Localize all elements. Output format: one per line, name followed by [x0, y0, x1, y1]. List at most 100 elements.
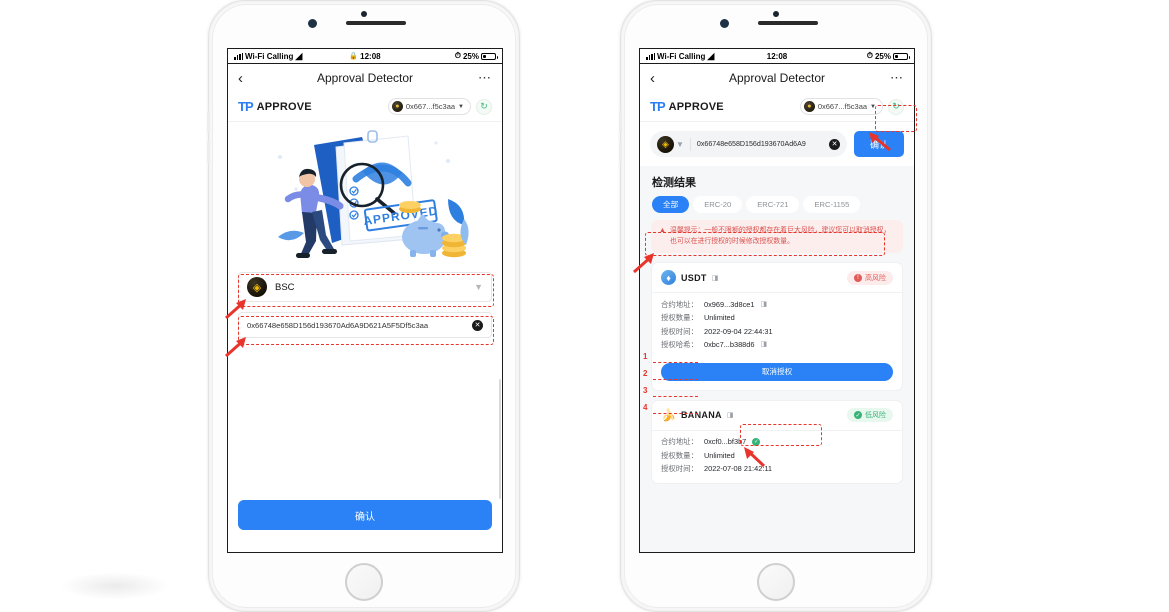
more-options-icon[interactable]: ⋯: [890, 70, 904, 86]
account-selector[interactable]: ● 0x667...f5c3aa ▼: [387, 98, 471, 115]
token-name-label: BANANA: [681, 410, 722, 421]
bnb-chain-icon[interactable]: ◈: [657, 135, 674, 153]
status-badge: ! 高风险: [847, 270, 893, 285]
signal-bars-icon: [646, 52, 655, 60]
filter-tabs: 全部 ERC-20 ERC-721 ERC-1155: [640, 190, 914, 220]
row-label: 授权哈希：: [661, 339, 698, 349]
row-value: Unlimited: [703, 313, 735, 323]
banana-icon: 🍌: [661, 407, 676, 423]
table-row: 合约地址： 0xcf0...bf3b7 ✓: [661, 436, 893, 449]
account-address-label: 0x667...f5c3aa: [405, 102, 456, 111]
front-camera-icon: [773, 11, 779, 17]
clock-label: 12:08: [766, 51, 788, 61]
network-selector[interactable]: ◈ BSC ▼: [238, 272, 492, 302]
warning-banner: ▲ 温馨提示：一般不限额的授权都存在着巨大风险，建议您可以取消授权，也可以在进行…: [651, 220, 903, 254]
annotation-number-2: 2: [643, 369, 648, 378]
left-screen: Wi-Fi Calling ◢ 🔒 12:08 ⏱ 25% ‹ Approval…: [227, 48, 503, 553]
home-button[interactable]: [757, 563, 795, 601]
tp-mark-icon: TP: [650, 99, 666, 114]
results-body: ◈ ▼ 0x66748e658D156d193670Ad6A9 ✕ 确认 检测结…: [640, 122, 914, 552]
address-value: 0x66748e658D156d193670Ad6A9D621A5F5Df5c3…: [247, 320, 429, 330]
table-row: 授权哈希： 0xbc7...b388d6 ◨: [661, 338, 893, 351]
battery-icon: [893, 52, 910, 60]
volume-up-button[interactable]: [207, 111, 210, 133]
table-row: 授权时间： 2022-09-04 22:44:31: [661, 325, 893, 338]
network-name-label: BSC: [275, 281, 295, 293]
annotation-number-3: 3: [643, 386, 648, 395]
risk-label: 高风险: [865, 274, 886, 282]
refresh-icon[interactable]: ↻: [476, 98, 492, 115]
status-bar-left: Wi-Fi Calling ◢ 🔒 12:08 ⏱ 25%: [228, 49, 502, 64]
scrollbar-left[interactable]: [499, 379, 501, 499]
risk-dot-icon: !: [854, 273, 862, 282]
row-label: 授权时间：: [661, 326, 698, 336]
annotation-arrow-revoke: [744, 447, 766, 468]
annotation-underline-2: [653, 379, 698, 380]
right-screen: Wi-Fi Calling ◢ 12:08 ⏱ 25% ‹ Approval D…: [639, 48, 915, 553]
annotation-arrow-tabs: [633, 253, 654, 274]
proximity-sensor-icon: [720, 19, 729, 28]
volume-up-button[interactable]: [619, 111, 622, 133]
chevron-down-icon: ▼: [676, 139, 684, 149]
account-selector[interactable]: ● 0x667...f5c3aa ▼: [799, 98, 883, 115]
tp-mark-icon: TP: [238, 99, 254, 114]
app-name-label: APPROVE: [668, 100, 724, 113]
lock-icon: 🔒: [349, 53, 359, 60]
clock-label: 12:08: [360, 51, 381, 61]
carrier-label: Wi-Fi Calling: [657, 51, 706, 61]
token-detail-rows: 合约地址： 0xcf0...bf3b7 ✓ 授权数量： Unlimited 授权…: [652, 431, 902, 483]
row-label: 合约地址：: [661, 300, 698, 309]
tab-erc1155[interactable]: ERC-1155: [803, 196, 861, 213]
battery-percent-label: 25%: [874, 51, 891, 61]
annotation-underline-3: [653, 396, 698, 397]
row-value: Unlimited: [703, 450, 735, 460]
annotation-arrow-address: [225, 337, 246, 358]
token-detail-rows: 合约地址： 0x969...3d8ce1 ◨ 授权数量： Unlimited 授…: [652, 293, 902, 358]
search-value: 0x66748e658D156d193670Ad6A9: [696, 140, 806, 148]
clear-circle-icon[interactable]: ✕: [472, 319, 483, 331]
annotation-number-1: 1: [643, 352, 648, 361]
chevron-down-icon: ▼: [870, 103, 876, 110]
more-options-icon[interactable]: ⋯: [478, 70, 492, 86]
signal-bars-icon: [234, 52, 243, 60]
page-title: Approval Detector: [316, 71, 414, 85]
tab-erc20[interactable]: ERC-20: [693, 196, 743, 213]
refresh-icon[interactable]: ↻: [888, 98, 904, 115]
row-label: 授权数量：: [661, 450, 698, 460]
carrier-label: Wi-Fi Calling: [245, 51, 294, 61]
volume-down-button[interactable]: [619, 141, 622, 163]
earpiece-speaker: [346, 21, 406, 25]
approval-illustration: APPROVED: [228, 122, 502, 272]
phone-left: Wi-Fi Calling ◢ 🔒 12:08 ⏱ 25% ‹ Approval…: [207, 0, 520, 612]
row-value: 0x969...3d8ce1: [703, 300, 755, 309]
row-label: 授权数量：: [661, 313, 698, 323]
external-link-icon[interactable]: ◨: [761, 301, 768, 309]
external-link-icon[interactable]: ◨: [712, 274, 719, 282]
earpiece-speaker: [758, 21, 818, 25]
page-title: Approval Detector: [728, 71, 826, 85]
search-input[interactable]: ◈ ▼ 0x66748e658D156d193670Ad6A9 ✕: [650, 131, 847, 157]
phone-right: Wi-Fi Calling ◢ 12:08 ⏱ 25% ‹ Approval D…: [619, 0, 932, 612]
external-link-icon[interactable]: ◨: [727, 411, 734, 419]
risk-label: 低风险: [865, 412, 886, 420]
clear-circle-icon[interactable]: ✕: [829, 138, 840, 150]
tp-approve-logo: TP APPROVE: [238, 99, 312, 114]
bnb-chain-icon: ◈: [247, 277, 267, 297]
home-button[interactable]: [345, 563, 383, 601]
external-link-icon[interactable]: ◨: [761, 341, 768, 349]
address-input[interactable]: 0x66748e658D156d193670Ad6A9D621A5F5Df5c3…: [238, 312, 492, 338]
chevron-down-icon: ▼: [474, 282, 483, 292]
tab-erc721[interactable]: ERC-721: [746, 196, 800, 213]
results-title: 检测结果: [652, 177, 696, 189]
nav-bar-right: ‹ Approval Detector ⋯: [640, 64, 914, 92]
alarm-icon: ⏱: [454, 51, 461, 60]
risk-dot-icon: ✓: [854, 411, 862, 420]
wifi-icon: ◢: [707, 50, 715, 61]
annotation-arrow-refresh: [869, 132, 891, 152]
token-name-label: USDT: [681, 272, 707, 283]
app-header-left: TP APPROVE ● 0x667...f5c3aa ▼ ↻: [228, 92, 502, 122]
row-label: 合约地址：: [661, 437, 698, 447]
confirm-button[interactable]: 确认: [238, 500, 492, 530]
tab-all[interactable]: 全部: [652, 196, 690, 213]
volume-down-button[interactable]: [207, 141, 210, 163]
